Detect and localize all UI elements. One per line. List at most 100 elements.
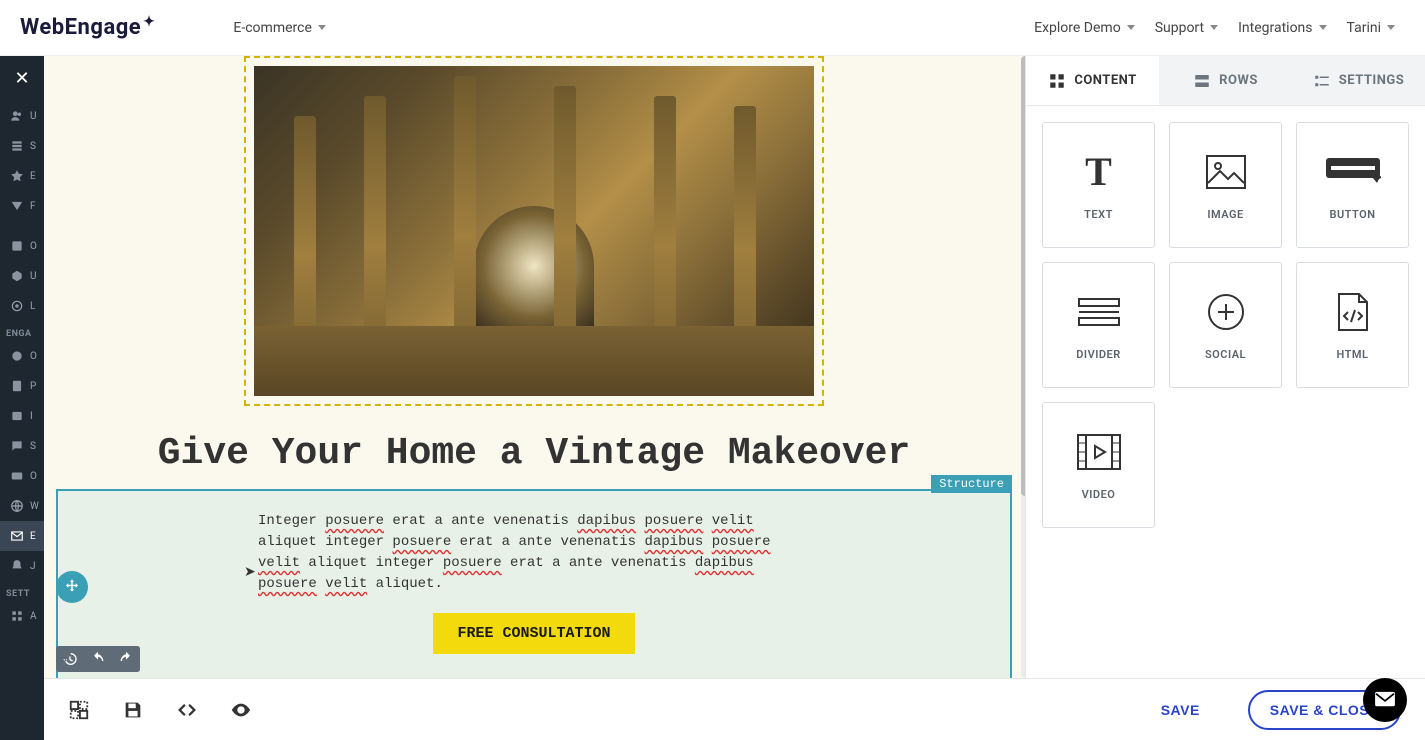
chevron-down-icon (1127, 25, 1135, 30)
layout-icon[interactable] (68, 699, 90, 721)
nav-support[interactable]: Support (1145, 14, 1228, 42)
sidebar-heading-settings: SETT (0, 581, 44, 601)
sidebar-item[interactable]: S (0, 131, 44, 161)
editor-canvas[interactable]: Give Your Home a Vintage Makeover Struct… (44, 56, 1025, 678)
nav-label: Integrations (1238, 20, 1312, 36)
grid-icon (1048, 72, 1066, 90)
save-icon[interactable] (122, 699, 144, 721)
tile-button[interactable]: BUTTON (1296, 122, 1409, 248)
tile-text[interactable]: T TEXT (1042, 122, 1155, 248)
sidebar-item-label: S (30, 441, 36, 452)
sidebar-item[interactable]: O (0, 461, 44, 491)
sidebar-item-label: O (30, 351, 37, 362)
history-toolbar (56, 646, 140, 672)
sidebar-item-label: U (30, 271, 36, 282)
undo-button[interactable] (84, 646, 112, 672)
brand-text: WebEngage (20, 15, 141, 40)
nav-integrations[interactable]: Integrations (1228, 14, 1336, 42)
email-body: Give Your Home a Vintage Makeover Struct… (56, 56, 1012, 678)
tile-label: DIVIDER (1076, 348, 1121, 361)
hero-image (254, 66, 814, 396)
tile-label: BUTTON (1329, 208, 1375, 221)
close-icon[interactable]: ✕ (0, 56, 44, 101)
sidebar-item[interactable]: P (0, 371, 44, 401)
sidebar-item[interactable]: O (0, 231, 44, 261)
code-icon[interactable] (176, 699, 198, 721)
chevron-down-icon (1387, 25, 1395, 30)
chevron-down-icon (318, 25, 326, 30)
sidebar-item-label: S (30, 141, 36, 152)
image-block-selected[interactable] (244, 56, 824, 406)
image-icon (1206, 150, 1246, 194)
tile-social[interactable]: SOCIAL (1169, 262, 1282, 388)
sidebar-item-label: I (30, 411, 33, 422)
sidebar-item[interactable]: E (0, 161, 44, 191)
video-icon (1077, 430, 1121, 474)
redo-button[interactable] (112, 646, 140, 672)
sidebar-item[interactable]: L (0, 291, 44, 321)
move-handle[interactable] (56, 571, 88, 603)
tile-label: SOCIAL (1205, 348, 1246, 361)
email-paragraph[interactable]: Integer posuere erat a ante venenatis da… (258, 511, 810, 595)
button-icon (1325, 150, 1381, 194)
help-mail-fab[interactable] (1363, 678, 1407, 722)
tile-label: HTML (1337, 348, 1369, 361)
preview-icon[interactable] (230, 699, 252, 721)
chevron-down-icon (1319, 25, 1327, 30)
chevron-down-icon (1210, 25, 1218, 30)
tile-html[interactable]: HTML (1296, 262, 1409, 388)
nav-label: Explore Demo (1034, 20, 1121, 36)
tile-image[interactable]: IMAGE (1169, 122, 1282, 248)
sidebar-item[interactable]: F (0, 191, 44, 221)
main-area: Give Your Home a Vintage Makeover Struct… (44, 56, 1425, 740)
sidebar-item-label: J (30, 561, 36, 572)
panel-tabs: CONTENT ROWS SETTINGS (1026, 56, 1425, 106)
top-nav: WebEngage✦ E-commerce Explore Demo Suppo… (0, 0, 1425, 56)
sidebar-item[interactable]: A (0, 601, 44, 631)
project-dropdown[interactable]: E-commerce (223, 14, 335, 42)
settings-list-icon (1313, 72, 1331, 90)
nav-user[interactable]: Tarini (1337, 14, 1405, 42)
sidebar-item-label: U (30, 111, 36, 122)
divider-icon (1077, 290, 1121, 334)
sidebar-item-label: O (30, 471, 37, 482)
mail-icon (1374, 691, 1396, 709)
rows-icon (1193, 72, 1211, 90)
sidebar-item-label: A (30, 611, 37, 622)
sidebar-item[interactable]: J (0, 551, 44, 581)
right-panel: CONTENT ROWS SETTINGS T TEXT IMAGE B (1025, 56, 1425, 678)
html-icon (1337, 290, 1369, 334)
sidebar-item[interactable]: I (0, 401, 44, 431)
cta-button[interactable]: FREE CONSULTATION (433, 613, 634, 654)
sidebar-item[interactable]: S (0, 431, 44, 461)
social-icon (1207, 290, 1245, 334)
sidebar-item[interactable]: W (0, 491, 44, 521)
sidebar-item-label: E (30, 171, 36, 182)
history-button[interactable] (56, 646, 84, 672)
mouse-cursor-icon: ➤ (244, 564, 256, 580)
sidebar-item[interactable]: O (0, 341, 44, 371)
tab-content[interactable]: CONTENT (1026, 56, 1159, 105)
sidebar-item-email[interactable]: E (0, 521, 44, 551)
tile-video[interactable]: VIDEO (1042, 402, 1155, 528)
sidebar-item-label: P (30, 381, 36, 392)
tab-settings[interactable]: SETTINGS (1292, 56, 1425, 105)
project-name: E-commerce (233, 20, 311, 36)
structure-tag: Structure (931, 475, 1012, 493)
sidebar-item-label: E (30, 531, 36, 542)
nav-explore-demo[interactable]: Explore Demo (1024, 14, 1145, 42)
tile-label: TEXT (1084, 208, 1113, 221)
nav-label: Support (1155, 20, 1204, 36)
save-button[interactable]: SAVE (1145, 694, 1216, 726)
tile-label: VIDEO (1082, 488, 1116, 501)
sidebar-item[interactable]: U (0, 261, 44, 291)
sidebar-item[interactable]: U (0, 101, 44, 131)
tab-label: SETTINGS (1339, 73, 1405, 88)
tile-label: IMAGE (1207, 208, 1243, 221)
tab-label: ROWS (1219, 73, 1258, 88)
tile-divider[interactable]: DIVIDER (1042, 262, 1155, 388)
sidebar-item-label: F (30, 201, 36, 212)
tab-rows[interactable]: ROWS (1159, 56, 1292, 105)
email-heading[interactable]: Give Your Home a Vintage Makeover (96, 428, 972, 479)
structure-row-hover[interactable]: Structure Integer posuere erat a ante ve… (56, 489, 1012, 678)
